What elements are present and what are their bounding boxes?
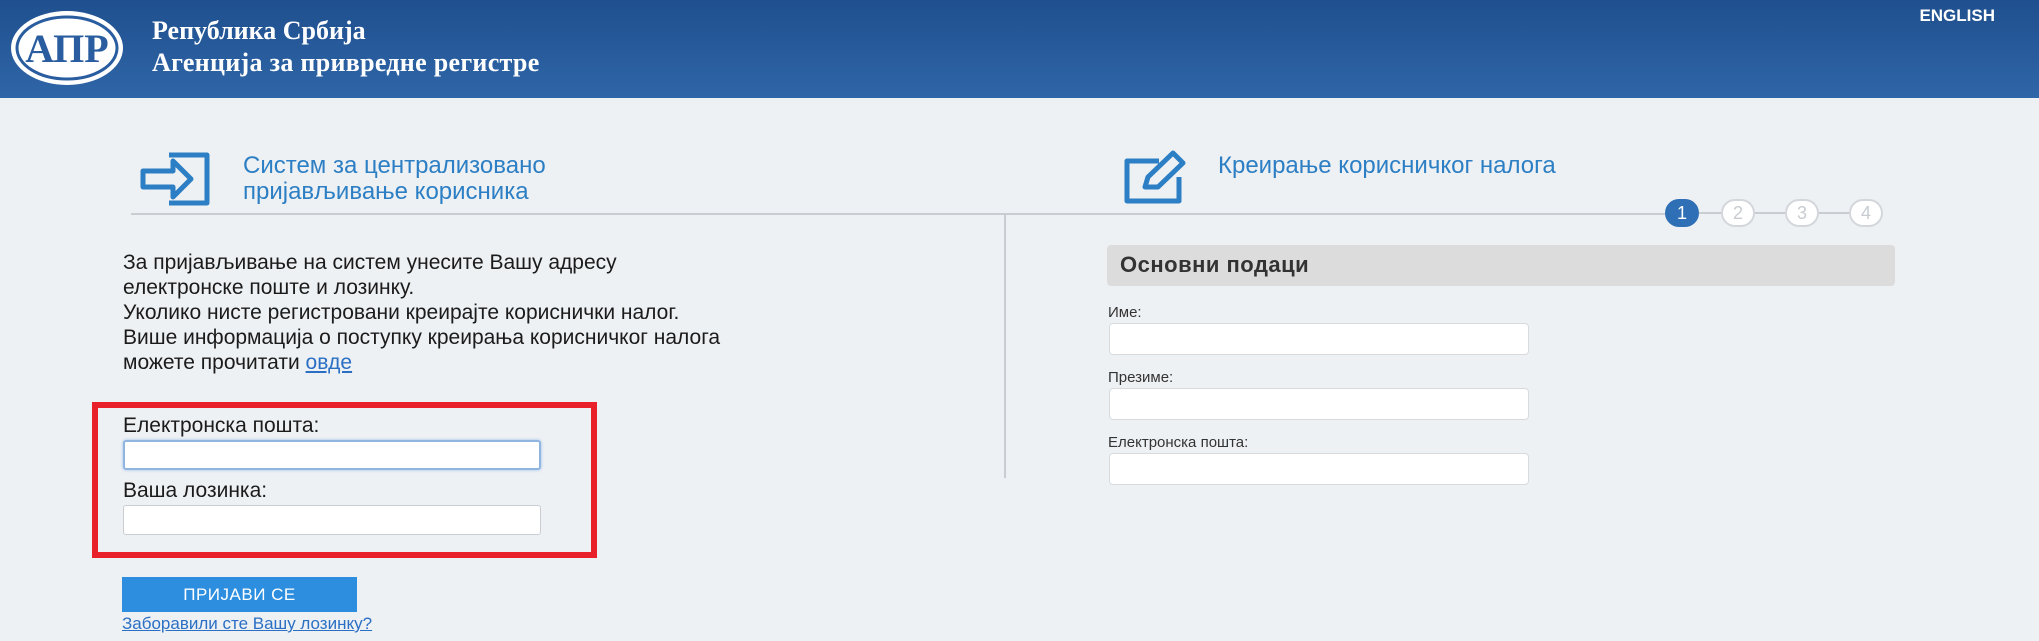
login-arrow-icon <box>140 152 210 206</box>
register-title: Креирање корисничког налога <box>1218 152 1556 179</box>
step-1-indicator: 1 <box>1665 199 1699 227</box>
intro-line: Уколико нисте регистровани креирајте кор… <box>123 301 680 324</box>
left-header-divider <box>131 213 1005 215</box>
step-connector <box>1699 212 1721 214</box>
last-name-field[interactable] <box>1109 388 1529 420</box>
first-name-label: Име: <box>1108 304 1142 321</box>
language-english-link[interactable]: ENGLISH <box>1919 6 1995 26</box>
step-2-indicator: 2 <box>1721 199 1755 227</box>
intro-line-text: можете прочитати <box>123 351 300 374</box>
intro-line: можете прочитати овде <box>123 350 943 375</box>
register-email-field[interactable] <box>1109 453 1529 485</box>
intro-line: електронске поште и лозинку. <box>123 276 415 299</box>
edit-form-icon <box>1124 150 1186 204</box>
login-title-line2: пријављивање корисника <box>243 178 529 205</box>
login-instructions: За пријављивање на систем унесите Вашу а… <box>123 250 943 375</box>
login-button[interactable]: ПРИЈАВИ СЕ <box>122 577 357 612</box>
org-country: Република Србија <box>152 16 366 45</box>
panel-title: Основни подаци <box>1120 252 1310 277</box>
last-name-label: Презиме: <box>1108 369 1174 386</box>
intro-line: За пријављивање на систем унесите Вашу а… <box>123 251 617 274</box>
register-email-label: Електронска пошта: <box>1108 434 1249 451</box>
step-connector <box>1755 212 1785 214</box>
column-divider <box>1004 213 1006 478</box>
apr-logo: АПР <box>11 11 123 85</box>
step-connector <box>1819 212 1849 214</box>
first-name-field[interactable] <box>1109 323 1529 355</box>
highlight-box <box>92 402 597 558</box>
forgot-password-link[interactable]: Заборавили сте Вашу лозинку? <box>122 614 372 634</box>
top-header: АПР Република Србија Агенција за привред… <box>0 0 2039 98</box>
step-3-indicator: 3 <box>1785 199 1819 227</box>
more-info-link[interactable]: овде <box>306 351 353 374</box>
step-4-indicator: 4 <box>1849 199 1883 227</box>
right-header-divider <box>1006 213 1666 215</box>
svg-text:АПР: АПР <box>25 26 108 71</box>
intro-line: Више информација о поступку креирања кор… <box>123 326 721 349</box>
basic-data-panel: Основни подаци <box>1107 245 1895 286</box>
org-name: Агенција за привредне регистре <box>152 48 540 77</box>
